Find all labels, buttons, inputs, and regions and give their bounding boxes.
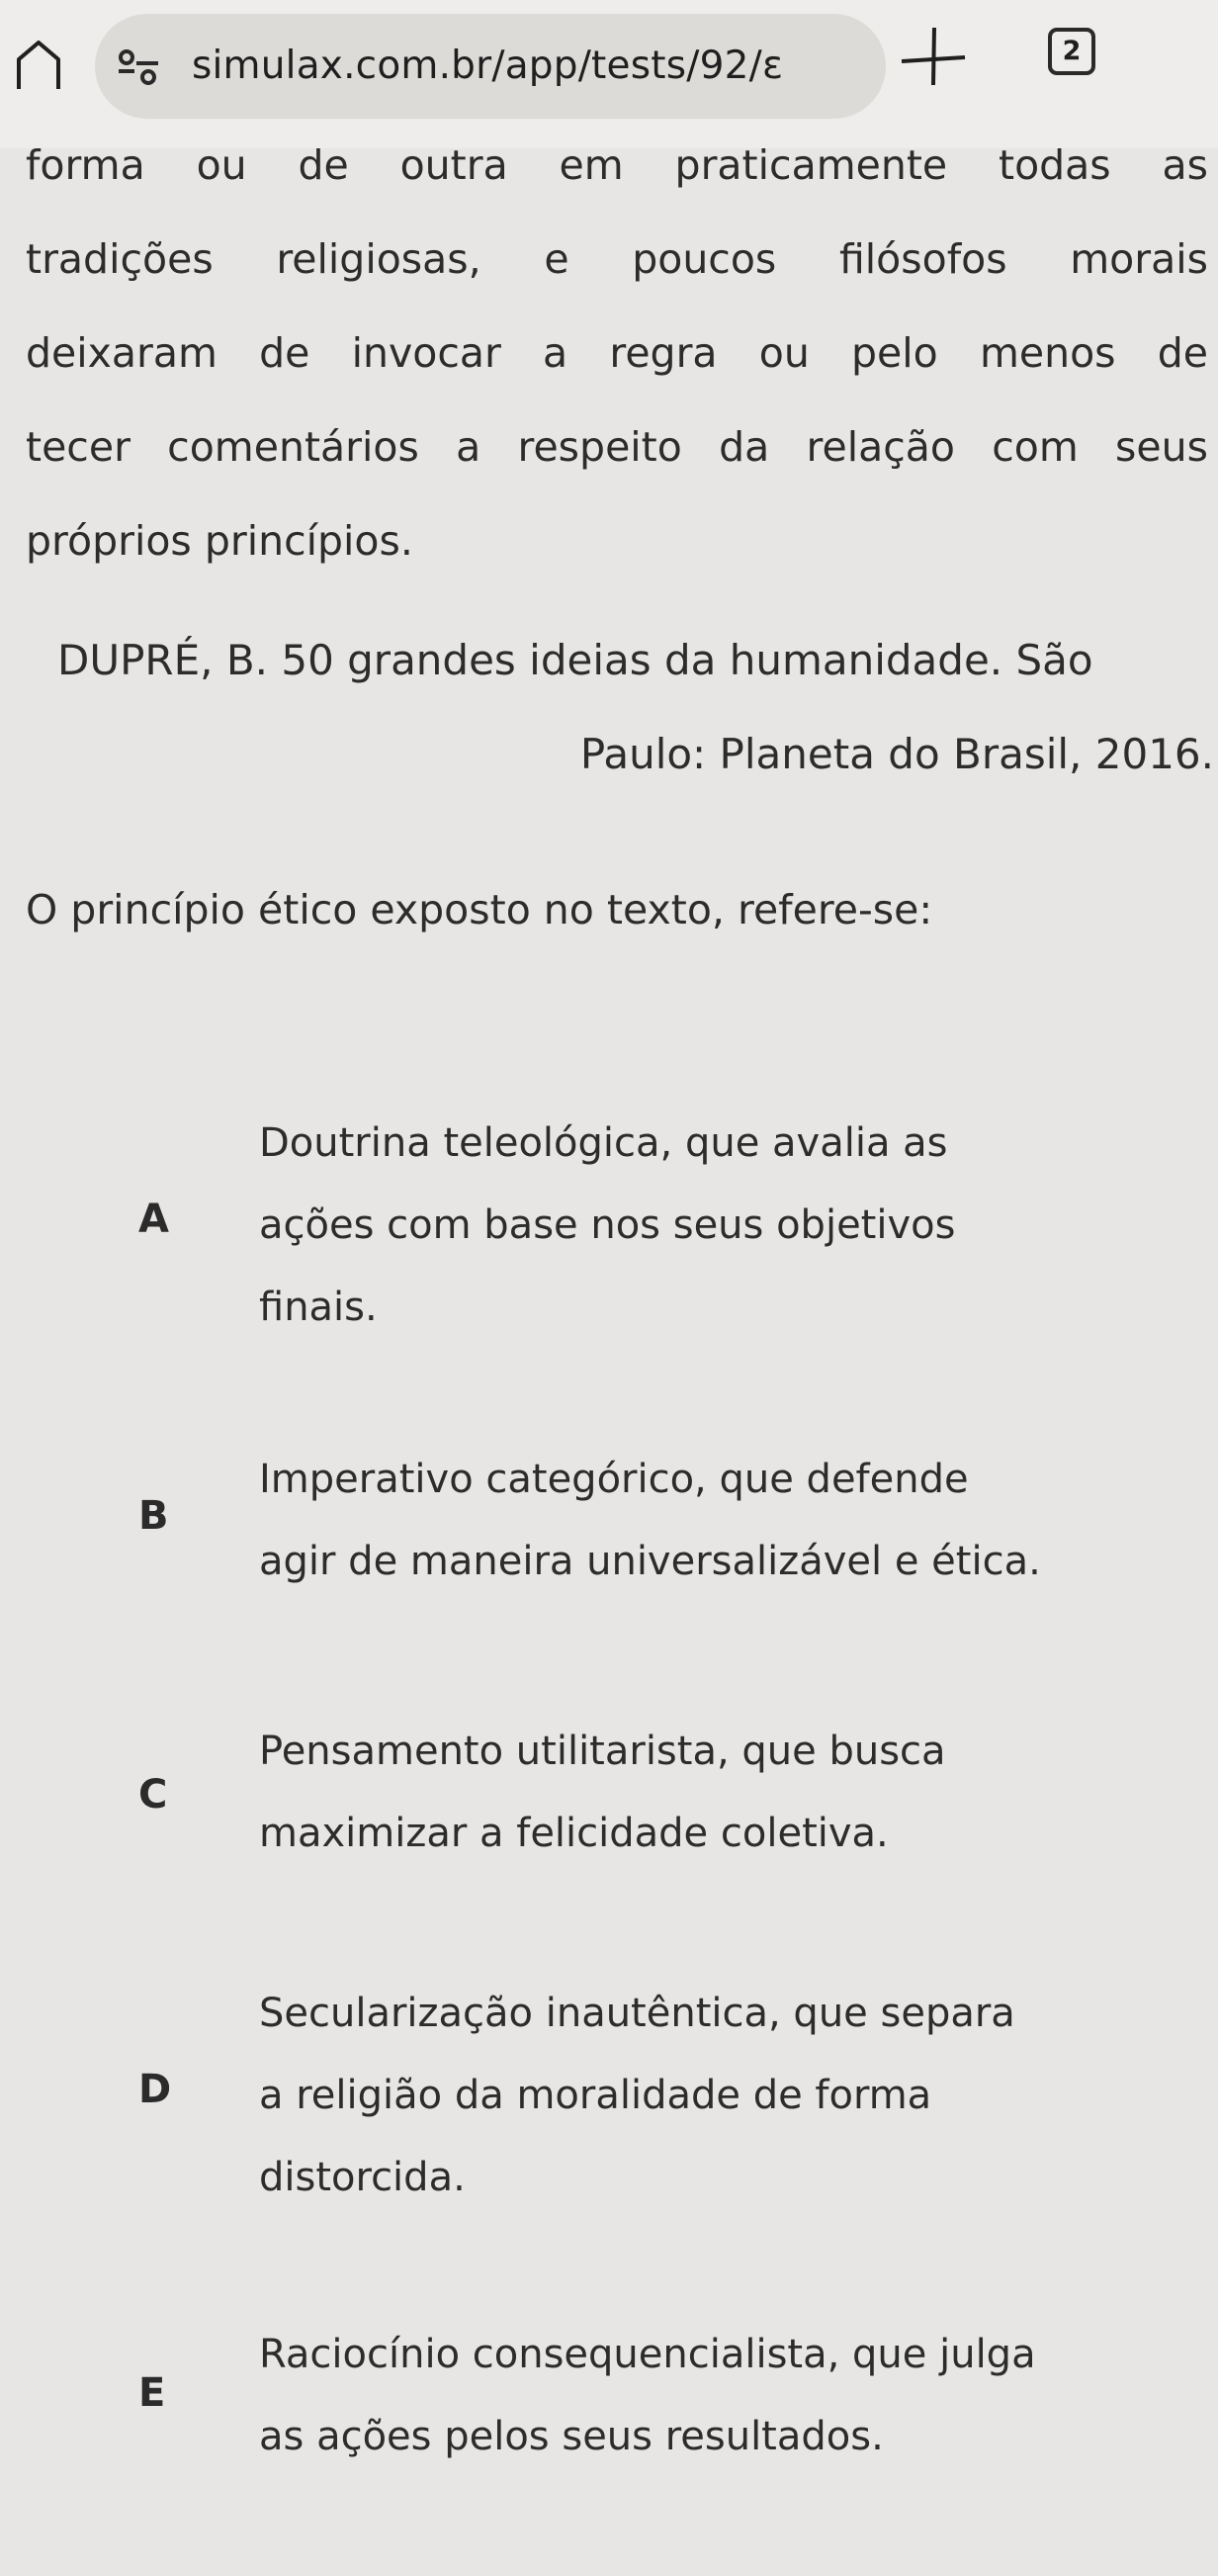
plus-icon [901, 27, 966, 86]
passage-line: deixaram de invocar a regra ou pelo meno… [26, 329, 1208, 377]
option-line: distorcida. [259, 2155, 466, 2200]
url-text[interactable]: simulax.com.br/app/tests/92/ε [192, 42, 783, 91]
option-text: Secularização inautêntica, que separa a … [259, 1973, 1208, 2219]
option-letter: D [138, 2067, 172, 2112]
home-button[interactable] [14, 40, 63, 91]
citation: DUPRÉ, B. 50 grandes ideias da humanidad… [57, 613, 1214, 801]
option-text: Raciocínio consequencialista, que julga … [259, 2314, 1208, 2478]
option-text: Pensamento utilitarista, que busca maxim… [259, 1711, 1208, 1875]
option-line: Pensamento utilitarista, que busca [259, 1729, 946, 1774]
address-bar[interactable]: simulax.com.br/app/tests/92/ε [95, 14, 886, 119]
passage-line: forma ou de outra em praticamente todas … [26, 141, 1208, 189]
option-line: Raciocínio consequencialista, que julga [259, 2332, 1036, 2377]
option-letter: C [138, 1772, 168, 1818]
option-line: Doutrina teleológica, que avalia as [259, 1120, 948, 1166]
home-icon [17, 41, 60, 89]
site-info-icon[interactable] [117, 47, 160, 87]
passage-text: forma ou de outra em praticamente todas … [26, 119, 1212, 588]
option-letter: E [138, 2370, 166, 2416]
page-content: forma ou de outra em praticamente todas … [0, 141, 1218, 2576]
option-letter: A [138, 1197, 169, 1242]
citation-line: Paulo: Planeta do Brasil, 2016. [579, 730, 1214, 778]
option-line: ações com base nos seus objetivos [259, 1202, 956, 1248]
option-line: a religião da moralidade de forma [259, 2073, 932, 2118]
passage-line: tecer comentários a respeito da relação … [26, 423, 1208, 471]
option-letter: B [138, 1493, 169, 1539]
option-line: as ações pelos seus resultados. [259, 2414, 884, 2459]
option-line: Secularização inautêntica, que separa [259, 1991, 1015, 2036]
passage-line: próprios princípios. [26, 517, 413, 565]
question-prompt: O princípio ético exposto no texto, refe… [26, 886, 933, 933]
option-text: Doutrina teleológica, que avalia as açõe… [259, 1103, 1208, 1349]
new-tab-button[interactable] [890, 20, 969, 89]
option-line: maximizar a felicidade coletiva. [259, 1811, 889, 1856]
tab-switcher-button[interactable]: 2 [1048, 28, 1095, 75]
citation-line: DUPRÉ, B. 50 grandes ideias da humanidad… [57, 636, 1093, 684]
option-text: Imperativo categórico, que defende agir … [259, 1439, 1208, 1603]
option-line: Imperativo categórico, que defende [259, 1457, 969, 1502]
option-line: agir de maneira universalizável e ética. [259, 1539, 1041, 1584]
option-line: finais. [259, 1285, 378, 1330]
passage-line: tradições religiosas, e poucos filósofos… [26, 235, 1208, 283]
